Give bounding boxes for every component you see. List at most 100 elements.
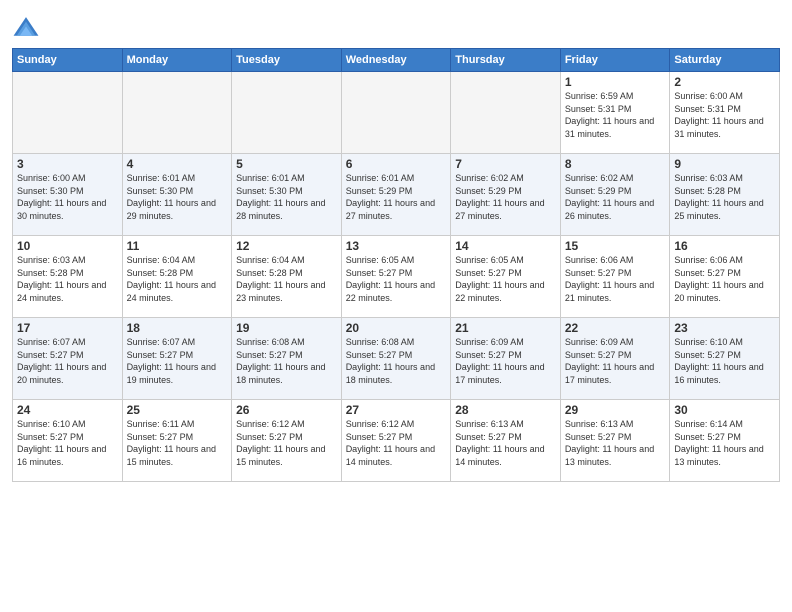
day-info: Sunrise: 6:06 AMSunset: 5:27 PMDaylight:…	[674, 254, 775, 304]
calendar: SundayMondayTuesdayWednesdayThursdayFrid…	[12, 48, 780, 482]
weekday-header-sunday: Sunday	[13, 49, 123, 72]
calendar-cell: 11Sunrise: 6:04 AMSunset: 5:28 PMDayligh…	[122, 236, 232, 318]
calendar-cell: 6Sunrise: 6:01 AMSunset: 5:29 PMDaylight…	[341, 154, 451, 236]
calendar-cell: 9Sunrise: 6:03 AMSunset: 5:28 PMDaylight…	[670, 154, 780, 236]
calendar-cell	[232, 72, 342, 154]
day-number: 5	[236, 157, 337, 171]
day-number: 28	[455, 403, 556, 417]
day-info: Sunrise: 6:03 AMSunset: 5:28 PMDaylight:…	[674, 172, 775, 222]
calendar-cell: 1Sunrise: 6:59 AMSunset: 5:31 PMDaylight…	[560, 72, 670, 154]
day-number: 15	[565, 239, 666, 253]
calendar-cell: 10Sunrise: 6:03 AMSunset: 5:28 PMDayligh…	[13, 236, 123, 318]
day-number: 29	[565, 403, 666, 417]
day-info: Sunrise: 6:59 AMSunset: 5:31 PMDaylight:…	[565, 90, 666, 140]
calendar-cell: 13Sunrise: 6:05 AMSunset: 5:27 PMDayligh…	[341, 236, 451, 318]
day-info: Sunrise: 6:04 AMSunset: 5:28 PMDaylight:…	[127, 254, 228, 304]
day-number: 30	[674, 403, 775, 417]
day-number: 17	[17, 321, 118, 335]
day-number: 10	[17, 239, 118, 253]
calendar-week-row: 1Sunrise: 6:59 AMSunset: 5:31 PMDaylight…	[13, 72, 780, 154]
day-info: Sunrise: 6:10 AMSunset: 5:27 PMDaylight:…	[17, 418, 118, 468]
day-info: Sunrise: 6:13 AMSunset: 5:27 PMDaylight:…	[455, 418, 556, 468]
day-info: Sunrise: 6:08 AMSunset: 5:27 PMDaylight:…	[346, 336, 447, 386]
day-info: Sunrise: 6:06 AMSunset: 5:27 PMDaylight:…	[565, 254, 666, 304]
calendar-cell: 2Sunrise: 6:00 AMSunset: 5:31 PMDaylight…	[670, 72, 780, 154]
day-info: Sunrise: 6:05 AMSunset: 5:27 PMDaylight:…	[346, 254, 447, 304]
day-number: 12	[236, 239, 337, 253]
calendar-week-row: 10Sunrise: 6:03 AMSunset: 5:28 PMDayligh…	[13, 236, 780, 318]
weekday-header-saturday: Saturday	[670, 49, 780, 72]
day-info: Sunrise: 6:08 AMSunset: 5:27 PMDaylight:…	[236, 336, 337, 386]
day-number: 1	[565, 75, 666, 89]
day-number: 2	[674, 75, 775, 89]
logo	[12, 14, 42, 42]
day-number: 16	[674, 239, 775, 253]
calendar-cell: 26Sunrise: 6:12 AMSunset: 5:27 PMDayligh…	[232, 400, 342, 482]
day-number: 21	[455, 321, 556, 335]
day-number: 24	[17, 403, 118, 417]
calendar-cell	[341, 72, 451, 154]
day-number: 11	[127, 239, 228, 253]
calendar-cell	[451, 72, 561, 154]
day-info: Sunrise: 6:09 AMSunset: 5:27 PMDaylight:…	[565, 336, 666, 386]
day-info: Sunrise: 6:02 AMSunset: 5:29 PMDaylight:…	[455, 172, 556, 222]
day-number: 13	[346, 239, 447, 253]
calendar-cell	[13, 72, 123, 154]
day-info: Sunrise: 6:01 AMSunset: 5:30 PMDaylight:…	[236, 172, 337, 222]
calendar-cell: 16Sunrise: 6:06 AMSunset: 5:27 PMDayligh…	[670, 236, 780, 318]
calendar-cell: 22Sunrise: 6:09 AMSunset: 5:27 PMDayligh…	[560, 318, 670, 400]
day-info: Sunrise: 6:01 AMSunset: 5:30 PMDaylight:…	[127, 172, 228, 222]
calendar-cell: 17Sunrise: 6:07 AMSunset: 5:27 PMDayligh…	[13, 318, 123, 400]
day-info: Sunrise: 6:10 AMSunset: 5:27 PMDaylight:…	[674, 336, 775, 386]
day-number: 23	[674, 321, 775, 335]
day-number: 7	[455, 157, 556, 171]
day-info: Sunrise: 6:01 AMSunset: 5:29 PMDaylight:…	[346, 172, 447, 222]
day-info: Sunrise: 6:07 AMSunset: 5:27 PMDaylight:…	[127, 336, 228, 386]
calendar-cell: 21Sunrise: 6:09 AMSunset: 5:27 PMDayligh…	[451, 318, 561, 400]
calendar-cell: 8Sunrise: 6:02 AMSunset: 5:29 PMDaylight…	[560, 154, 670, 236]
day-info: Sunrise: 6:02 AMSunset: 5:29 PMDaylight:…	[565, 172, 666, 222]
day-number: 20	[346, 321, 447, 335]
day-info: Sunrise: 6:04 AMSunset: 5:28 PMDaylight:…	[236, 254, 337, 304]
calendar-week-row: 3Sunrise: 6:00 AMSunset: 5:30 PMDaylight…	[13, 154, 780, 236]
calendar-cell: 30Sunrise: 6:14 AMSunset: 5:27 PMDayligh…	[670, 400, 780, 482]
calendar-cell: 3Sunrise: 6:00 AMSunset: 5:30 PMDaylight…	[13, 154, 123, 236]
day-number: 26	[236, 403, 337, 417]
day-info: Sunrise: 6:12 AMSunset: 5:27 PMDaylight:…	[346, 418, 447, 468]
header	[12, 10, 780, 42]
weekday-header-row: SundayMondayTuesdayWednesdayThursdayFrid…	[13, 49, 780, 72]
calendar-cell: 29Sunrise: 6:13 AMSunset: 5:27 PMDayligh…	[560, 400, 670, 482]
day-number: 8	[565, 157, 666, 171]
day-info: Sunrise: 6:00 AMSunset: 5:30 PMDaylight:…	[17, 172, 118, 222]
day-info: Sunrise: 6:09 AMSunset: 5:27 PMDaylight:…	[455, 336, 556, 386]
day-info: Sunrise: 6:07 AMSunset: 5:27 PMDaylight:…	[17, 336, 118, 386]
page: SundayMondayTuesdayWednesdayThursdayFrid…	[0, 0, 792, 612]
day-info: Sunrise: 6:05 AMSunset: 5:27 PMDaylight:…	[455, 254, 556, 304]
weekday-header-tuesday: Tuesday	[232, 49, 342, 72]
calendar-week-row: 24Sunrise: 6:10 AMSunset: 5:27 PMDayligh…	[13, 400, 780, 482]
calendar-cell: 12Sunrise: 6:04 AMSunset: 5:28 PMDayligh…	[232, 236, 342, 318]
logo-icon	[12, 14, 40, 42]
day-number: 22	[565, 321, 666, 335]
day-number: 27	[346, 403, 447, 417]
day-number: 6	[346, 157, 447, 171]
weekday-header-thursday: Thursday	[451, 49, 561, 72]
calendar-cell: 27Sunrise: 6:12 AMSunset: 5:27 PMDayligh…	[341, 400, 451, 482]
calendar-cell: 18Sunrise: 6:07 AMSunset: 5:27 PMDayligh…	[122, 318, 232, 400]
day-number: 14	[455, 239, 556, 253]
day-info: Sunrise: 6:13 AMSunset: 5:27 PMDaylight:…	[565, 418, 666, 468]
calendar-cell: 5Sunrise: 6:01 AMSunset: 5:30 PMDaylight…	[232, 154, 342, 236]
day-info: Sunrise: 6:12 AMSunset: 5:27 PMDaylight:…	[236, 418, 337, 468]
weekday-header-wednesday: Wednesday	[341, 49, 451, 72]
calendar-cell: 28Sunrise: 6:13 AMSunset: 5:27 PMDayligh…	[451, 400, 561, 482]
day-info: Sunrise: 6:14 AMSunset: 5:27 PMDaylight:…	[674, 418, 775, 468]
calendar-cell	[122, 72, 232, 154]
calendar-cell: 19Sunrise: 6:08 AMSunset: 5:27 PMDayligh…	[232, 318, 342, 400]
calendar-week-row: 17Sunrise: 6:07 AMSunset: 5:27 PMDayligh…	[13, 318, 780, 400]
calendar-cell: 15Sunrise: 6:06 AMSunset: 5:27 PMDayligh…	[560, 236, 670, 318]
day-info: Sunrise: 6:11 AMSunset: 5:27 PMDaylight:…	[127, 418, 228, 468]
calendar-cell: 24Sunrise: 6:10 AMSunset: 5:27 PMDayligh…	[13, 400, 123, 482]
day-number: 18	[127, 321, 228, 335]
calendar-cell: 25Sunrise: 6:11 AMSunset: 5:27 PMDayligh…	[122, 400, 232, 482]
calendar-cell: 23Sunrise: 6:10 AMSunset: 5:27 PMDayligh…	[670, 318, 780, 400]
